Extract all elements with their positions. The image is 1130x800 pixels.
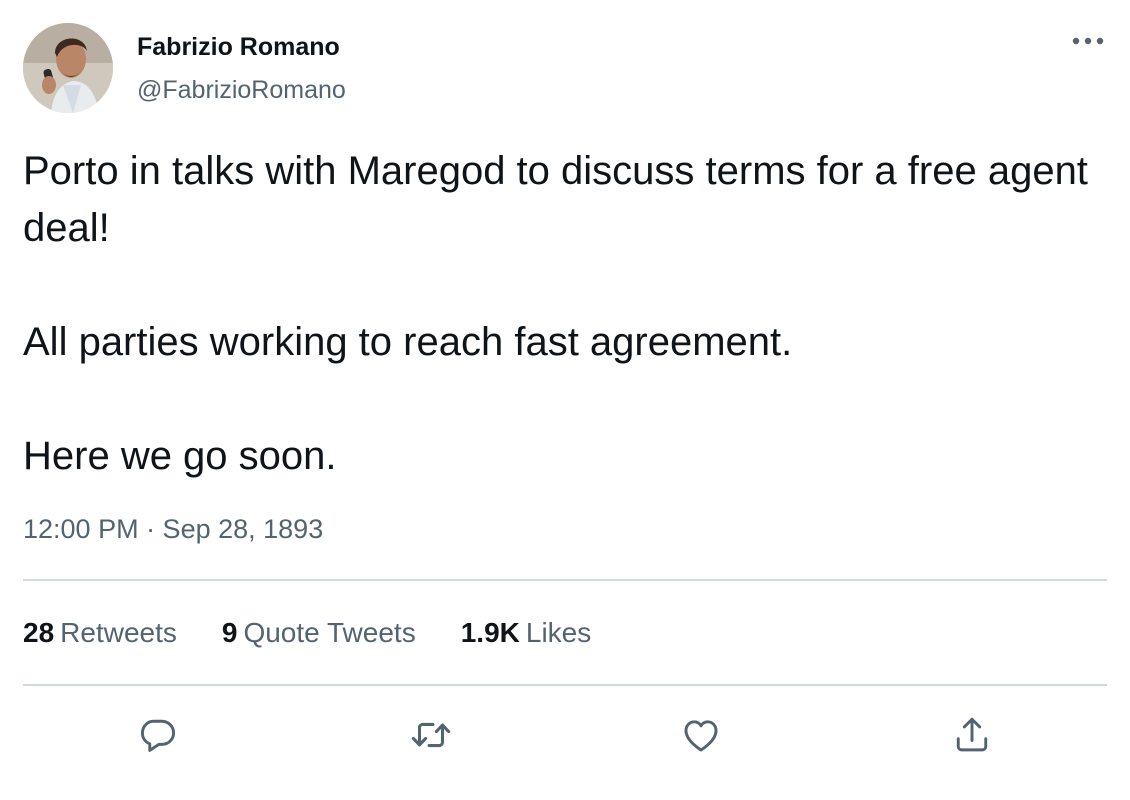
heart-icon bbox=[684, 720, 718, 752]
engagement-stats: 28 Retweets 9 Quote Tweets 1.9K Likes bbox=[23, 617, 591, 649]
quote-tweets-label: Quote Tweets bbox=[243, 617, 416, 648]
tweet-card: Fabrizio Romano @FabrizioRomano Porto in… bbox=[0, 0, 1130, 800]
share-icon bbox=[956, 717, 988, 752]
quote-tweets-count: 9 bbox=[221, 617, 238, 648]
author-handle[interactable]: @FabrizioRomano bbox=[137, 76, 346, 105]
more-dots-icon bbox=[1072, 37, 1104, 45]
divider bbox=[23, 684, 1107, 686]
tweet-paragraph: Here we go soon. bbox=[23, 434, 337, 478]
share-button[interactable] bbox=[942, 705, 1002, 765]
divider bbox=[23, 579, 1107, 581]
more-options-button[interactable] bbox=[1064, 26, 1112, 56]
quote-tweets-stat[interactable]: 9 Quote Tweets bbox=[222, 617, 416, 649]
likes-stat[interactable]: 1.9K Likes bbox=[461, 617, 592, 649]
retweets-count: 28 bbox=[23, 617, 55, 648]
retweet-button[interactable] bbox=[401, 705, 461, 765]
tweet-paragraph: All parties working to reach fast agreem… bbox=[23, 320, 793, 364]
tweet-paragraph: Porto in talks with Maregod to discuss t… bbox=[23, 149, 1088, 250]
likes-label: Likes bbox=[525, 617, 592, 648]
likes-count: 1.9K bbox=[460, 617, 520, 648]
like-button[interactable] bbox=[671, 705, 731, 765]
tweet-text: Porto in talks with Maregod to discuss t… bbox=[23, 143, 1103, 485]
retweets-stat[interactable]: 28 Retweets bbox=[23, 617, 177, 649]
action-bar bbox=[0, 705, 1130, 765]
reply-icon bbox=[140, 719, 176, 752]
tweet-timestamp[interactable]: 12:00 PM · Sep 28, 1893 bbox=[23, 514, 323, 545]
retweets-label: Retweets bbox=[60, 617, 177, 648]
reply-button[interactable] bbox=[128, 705, 188, 765]
author-avatar[interactable] bbox=[23, 23, 113, 113]
retweet-icon bbox=[411, 722, 451, 748]
avatar-photo bbox=[23, 23, 113, 113]
author-display-name[interactable]: Fabrizio Romano bbox=[137, 33, 340, 62]
